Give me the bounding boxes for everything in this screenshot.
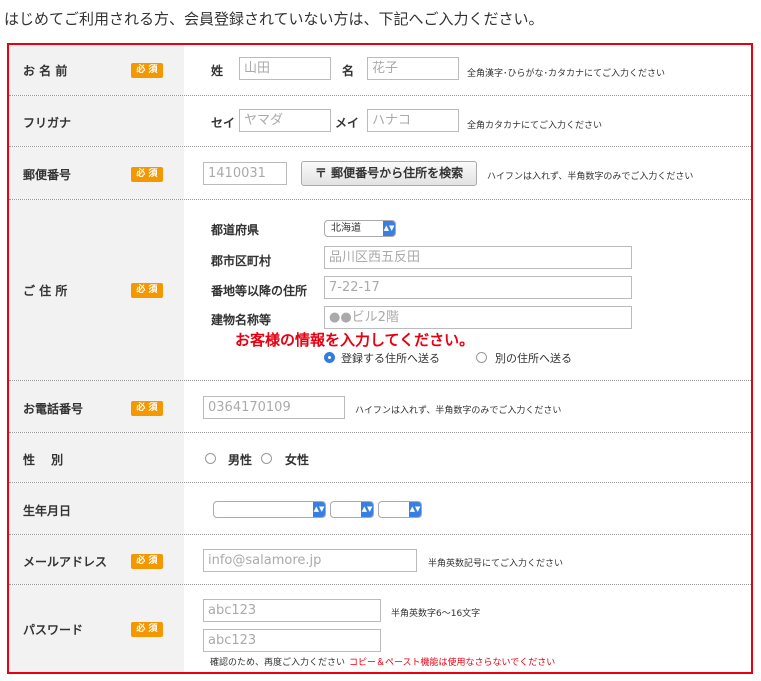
sei-kana-label: セイ — [211, 116, 236, 130]
copy-paste-warning: コピー＆ペースト機能は使用なさらないでください — [349, 658, 556, 668]
email-label-cell: メールアドレス 必 須 — [9, 535, 184, 584]
birthday-label: 生年月日 — [23, 504, 72, 518]
street-input[interactable]: 7-22-17 — [324, 276, 632, 299]
last-name-kana-input[interactable]: ヤマダ — [239, 109, 331, 132]
ship-registered-label[interactable]: 登録する住所へ送る — [341, 350, 440, 366]
phone-label-cell: お電話番号 必 須 — [9, 381, 184, 432]
kana-label: フリガナ — [23, 116, 72, 130]
mei-kana-label: メイ — [335, 116, 360, 130]
address-label-cell: ご 住 所 必 須 — [9, 200, 184, 380]
name-note: 全角漢字･ひらがな･カタカナにてご入力ください — [467, 69, 666, 79]
required-badge: 必 須 — [131, 63, 163, 78]
postal-label: 郵便番号 — [23, 168, 72, 182]
postal-label-cell: 郵便番号 必 須 — [9, 147, 184, 199]
sei-label: 姓 — [211, 64, 224, 78]
address-label: ご 住 所 — [23, 284, 68, 298]
required-badge: 必 須 — [131, 401, 163, 416]
kana-label-cell: フリガナ — [9, 96, 184, 146]
page-heading: はじめてご利用される方、会員登録されていない方は、下記へご入力ください。 — [4, 10, 544, 28]
birth-month-select[interactable]: ▲▼ — [330, 501, 374, 518]
ship-other-label[interactable]: 別の住所へ送る — [495, 350, 572, 366]
kana-note: 全角カタカナにてご入力ください — [467, 121, 603, 131]
required-badge: 必 須 — [131, 167, 163, 182]
gender-male-label[interactable]: 男性 — [228, 451, 252, 468]
phone-row: お電話番号 必 須 0364170109 ハイフンは入れず、半角数字のみでご入力… — [9, 381, 751, 433]
prefecture-value: 北海道 — [331, 223, 361, 234]
phone-note: ハイフンは入れず、半角数字のみでご入力ください — [355, 406, 562, 416]
first-name-input[interactable]: 花子 — [367, 57, 459, 80]
first-name-kana-input[interactable]: ハナコ — [367, 109, 459, 132]
address-row: ご 住 所 必 須 都道府県 北海道 ▲▼ 郡市区町村 品川区西五反田 番地等以… — [9, 200, 751, 381]
required-badge: 必 須 — [131, 283, 163, 298]
building-label: 建物名称等 — [211, 313, 272, 327]
city-label: 郡市区町村 — [211, 254, 272, 268]
last-name-input[interactable]: 山田 — [239, 57, 331, 80]
postal-code-input[interactable]: 1410031 — [203, 162, 287, 185]
name-label: お 名 前 — [23, 64, 68, 78]
select-arrows-icon: ▲▼ — [383, 221, 395, 236]
prefecture-label: 都道府県 — [211, 223, 260, 237]
gender-female-radio[interactable] — [261, 453, 272, 464]
gender-label-cell: 性 別 — [9, 433, 184, 482]
password-confirm-input[interactable]: abc123 — [203, 629, 381, 652]
building-input[interactable]: ●●ビル2階 — [324, 306, 632, 329]
phone-label: お電話番号 — [23, 402, 84, 416]
postal-note: ハイフンは入れず、半角数字のみでご入力ください — [487, 172, 694, 182]
name-row: お 名 前 必 須 姓 山田 名 花子 全角漢字･ひらがな･カタカナにてご入力く… — [9, 45, 751, 96]
gender-male-radio[interactable] — [205, 453, 216, 464]
required-badge: 必 須 — [131, 554, 163, 569]
gender-label: 性 別 — [23, 453, 64, 467]
kana-row: フリガナ セイ ヤマダ メイ ハナコ 全角カタカナにてご入力ください — [9, 96, 751, 147]
postal-search-button[interactable]: 〒 郵便番号から住所を検索 — [301, 161, 477, 186]
mei-label: 名 — [342, 64, 355, 78]
ship-other-radio[interactable] — [476, 352, 487, 363]
postal-row: 郵便番号 必 須 1410031 〒 郵便番号から住所を検索 ハイフンは入れず、… — [9, 147, 751, 200]
password-label-cell: パスワード 必 須 — [9, 585, 184, 672]
street-label: 番地等以降の住所 — [211, 284, 308, 298]
phone-input[interactable]: 0364170109 — [203, 396, 345, 419]
birthday-row: 生年月日 ▲▼ ▲▼ ▲▼ — [9, 483, 751, 535]
birthday-label-cell: 生年月日 — [9, 483, 184, 534]
password-row: パスワード 必 須 abc123 半角英数字6～16文字 abc123 確認のた… — [9, 585, 751, 672]
password-label: パスワード — [23, 623, 84, 637]
birth-year-select[interactable]: ▲▼ — [213, 501, 326, 518]
password-note: 半角英数字6～16文字 — [391, 609, 481, 619]
registration-form: お 名 前 必 須 姓 山田 名 花子 全角漢字･ひらがな･カタカナにてご入力く… — [7, 43, 753, 674]
password-input[interactable]: abc123 — [203, 599, 381, 622]
gender-row: 性 別 男性 女性 — [9, 433, 751, 483]
input-prompt-banner: お客様の情報を入力してください。 — [235, 331, 475, 349]
select-arrows-icon: ▲▼ — [409, 502, 421, 517]
password-confirm-note: 確認のため、再度ご入力ください — [210, 658, 346, 668]
email-input[interactable]: info@salamore.jp — [203, 549, 417, 572]
email-note: 半角英数記号にてご入力ください — [428, 559, 564, 569]
gender-female-label[interactable]: 女性 — [285, 451, 309, 468]
required-badge: 必 須 — [131, 622, 163, 637]
select-arrows-icon: ▲▼ — [361, 502, 373, 517]
ship-registered-radio[interactable] — [324, 352, 335, 363]
name-label-cell: お 名 前 必 須 — [9, 45, 184, 95]
city-input[interactable]: 品川区西五反田 — [324, 246, 632, 269]
email-label: メールアドレス — [23, 555, 108, 569]
prefecture-select[interactable]: 北海道 ▲▼ — [324, 220, 396, 237]
email-row: メールアドレス 必 須 info@salamore.jp 半角英数記号にてご入力… — [9, 535, 751, 585]
select-arrows-icon: ▲▼ — [313, 502, 325, 517]
birth-day-select[interactable]: ▲▼ — [378, 501, 422, 518]
